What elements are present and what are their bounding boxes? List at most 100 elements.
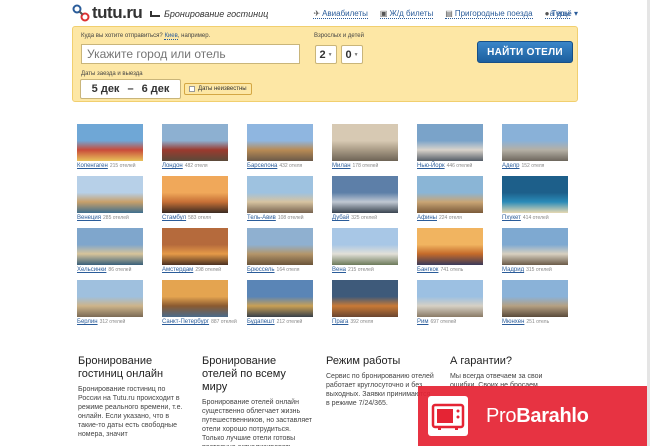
- city-name-link[interactable]: Тель-Авив: [247, 215, 276, 221]
- city-photo[interactable]: [77, 124, 143, 161]
- city-caption: Прага 392 отеля: [332, 319, 398, 325]
- city-card[interactable]: Стамбул 583 отеля: [162, 176, 228, 221]
- city-card[interactable]: Рим 697 отелей: [417, 280, 483, 325]
- city-card[interactable]: Милан 178 отелей: [332, 124, 398, 169]
- city-photo[interactable]: [417, 280, 483, 317]
- city-card[interactable]: Барселона 432 отеля: [247, 124, 313, 169]
- city-name-link[interactable]: Лондон: [162, 163, 183, 169]
- info-title: А гарантии?: [450, 355, 513, 367]
- probarahlo-watermark: ProBarahlo: [418, 386, 650, 446]
- city-card[interactable]: Афины 224 отеля: [417, 176, 483, 221]
- city-name-link[interactable]: Санкт-Петербург: [162, 319, 209, 325]
- city-name-link[interactable]: Мюнхен: [502, 319, 524, 325]
- city-photo[interactable]: [247, 176, 313, 213]
- city-name-link[interactable]: Барселона: [247, 163, 277, 169]
- info-title: Бронирование отелей по всему миру: [202, 355, 286, 393]
- city-photo[interactable]: [417, 124, 483, 161]
- nav-flights[interactable]: ✈ Авиабилеты: [313, 9, 368, 19]
- city-photo[interactable]: [77, 228, 143, 265]
- city-name-link[interactable]: Милан: [332, 163, 351, 169]
- city-name-link[interactable]: Стамбул: [162, 215, 186, 221]
- city-name-link[interactable]: Дубай: [332, 215, 349, 221]
- city-photo[interactable]: [502, 124, 568, 161]
- city-card[interactable]: Дубай 325 отелей: [332, 176, 398, 221]
- city-name-link[interactable]: Пхукет: [502, 215, 521, 221]
- city-photo[interactable]: [332, 228, 398, 265]
- city-caption: Берлин 312 отелей: [77, 319, 143, 325]
- city-card[interactable]: Пхукет 414 отелей: [502, 176, 568, 221]
- more-menu[interactable]: а ещё ▾: [550, 9, 578, 18]
- city-photo[interactable]: [332, 124, 398, 161]
- city-card[interactable]: Бангкок 741 отель: [417, 228, 483, 273]
- city-card[interactable]: Копенгаген 215 отелей: [77, 124, 143, 169]
- city-name-link[interactable]: Прага: [332, 319, 348, 325]
- city-card[interactable]: Хельсинки 86 отелей: [77, 228, 143, 273]
- city-name-link[interactable]: Вена: [332, 267, 346, 273]
- city-photo[interactable]: [417, 228, 483, 265]
- city-photo[interactable]: [162, 124, 228, 161]
- chevron-down-icon: ▼: [353, 51, 359, 58]
- adults-select[interactable]: 2 ▼: [315, 45, 337, 64]
- city-photo[interactable]: [332, 176, 398, 213]
- logo[interactable]: tutu.ru: [72, 3, 143, 23]
- city-card[interactable]: Амстердам 298 отелей: [162, 228, 228, 273]
- city-name-link[interactable]: Аделр: [502, 163, 519, 169]
- hotel-count: 325 отелей: [351, 215, 377, 221]
- nav-suburban[interactable]: ▤ Пригородные поезда: [445, 9, 533, 19]
- city-card[interactable]: Лондон 482 отеля: [162, 124, 228, 169]
- city-name-link[interactable]: Будапешт: [247, 319, 275, 325]
- city-card[interactable]: Брюссель 164 отеля: [247, 228, 313, 273]
- city-photo[interactable]: [77, 280, 143, 317]
- city-name-link[interactable]: Амстердам: [162, 267, 193, 273]
- children-select[interactable]: 0 ▼: [341, 45, 363, 64]
- city-name-link[interactable]: Бангкок: [417, 267, 438, 273]
- hotel-count: 432 отеля: [279, 163, 303, 169]
- city-card[interactable]: Прага 392 отеля: [332, 280, 398, 325]
- find-hotels-button[interactable]: НАЙТИ ОТЕЛИ: [477, 41, 573, 63]
- city-photo[interactable]: [162, 280, 228, 317]
- city-card[interactable]: Берлин 312 отелей: [77, 280, 143, 325]
- city-name-link[interactable]: Хельсинки: [77, 267, 106, 273]
- city-caption: Санкт-Петербург 887 отелей: [162, 319, 237, 325]
- hotel-count: 312 отелей: [99, 319, 126, 325]
- city-card[interactable]: Мюнхен 251 отель: [502, 280, 568, 325]
- city-photo[interactable]: [162, 228, 228, 265]
- city-photo[interactable]: [417, 176, 483, 213]
- city-name-link[interactable]: Рим: [417, 319, 428, 325]
- city-card[interactable]: Мадрид 315 отелей: [502, 228, 568, 273]
- city-card[interactable]: Нью-Йорк 446 отелей: [417, 124, 483, 169]
- city-name-link[interactable]: Венеция: [77, 215, 101, 221]
- city-photo[interactable]: [247, 228, 313, 265]
- city-card[interactable]: Венеция 285 отелей: [77, 176, 143, 221]
- city-card[interactable]: Вена 215 отелей: [332, 228, 398, 273]
- city-photo[interactable]: [247, 124, 313, 161]
- hotel-count: 251 отель: [526, 319, 550, 325]
- city-name-link[interactable]: Афины: [417, 215, 437, 221]
- city-card[interactable]: Аделр 152 отеля: [502, 124, 568, 169]
- city-photo[interactable]: [502, 176, 568, 213]
- header: tutu.ru Бронирование гостиниц ✈ Авиабилет…: [0, 0, 650, 26]
- city-search-input[interactable]: [81, 44, 300, 64]
- example-city-link[interactable]: Киев: [164, 33, 178, 40]
- plane-icon: ✈: [313, 9, 321, 18]
- city-card[interactable]: Будапешт 212 отелей: [247, 280, 313, 325]
- city-photo[interactable]: [162, 176, 228, 213]
- city-name-link[interactable]: Нью-Йорк: [417, 163, 445, 169]
- top-nav: ✈ Авиабилеты ▣ Ж/д билеты ▤ Пригородные пое…: [313, 9, 570, 19]
- dates-unknown-checkbox[interactable]: Даты неизвестны: [184, 83, 252, 95]
- nav-trains[interactable]: ▣ Ж/д билеты: [379, 9, 434, 19]
- city-photo[interactable]: [502, 228, 568, 265]
- city-card[interactable]: Санкт-Петербург 887 отелей: [162, 280, 237, 325]
- city-card[interactable]: Тель-Авив 108 отелей: [247, 176, 313, 221]
- microwave-icon: [428, 396, 468, 436]
- city-name-link[interactable]: Берлин: [77, 319, 98, 325]
- city-photo[interactable]: [77, 176, 143, 213]
- city-name-link[interactable]: Копенгаген: [77, 163, 108, 169]
- city-caption: Мюнхен 251 отель: [502, 319, 568, 325]
- city-photo[interactable]: [247, 280, 313, 317]
- date-range-picker[interactable]: 5 дек – 6 дек: [80, 79, 181, 99]
- city-name-link[interactable]: Брюссель: [247, 267, 275, 273]
- city-photo[interactable]: [332, 280, 398, 317]
- city-name-link[interactable]: Мадрид: [502, 267, 524, 273]
- city-photo[interactable]: [502, 280, 568, 317]
